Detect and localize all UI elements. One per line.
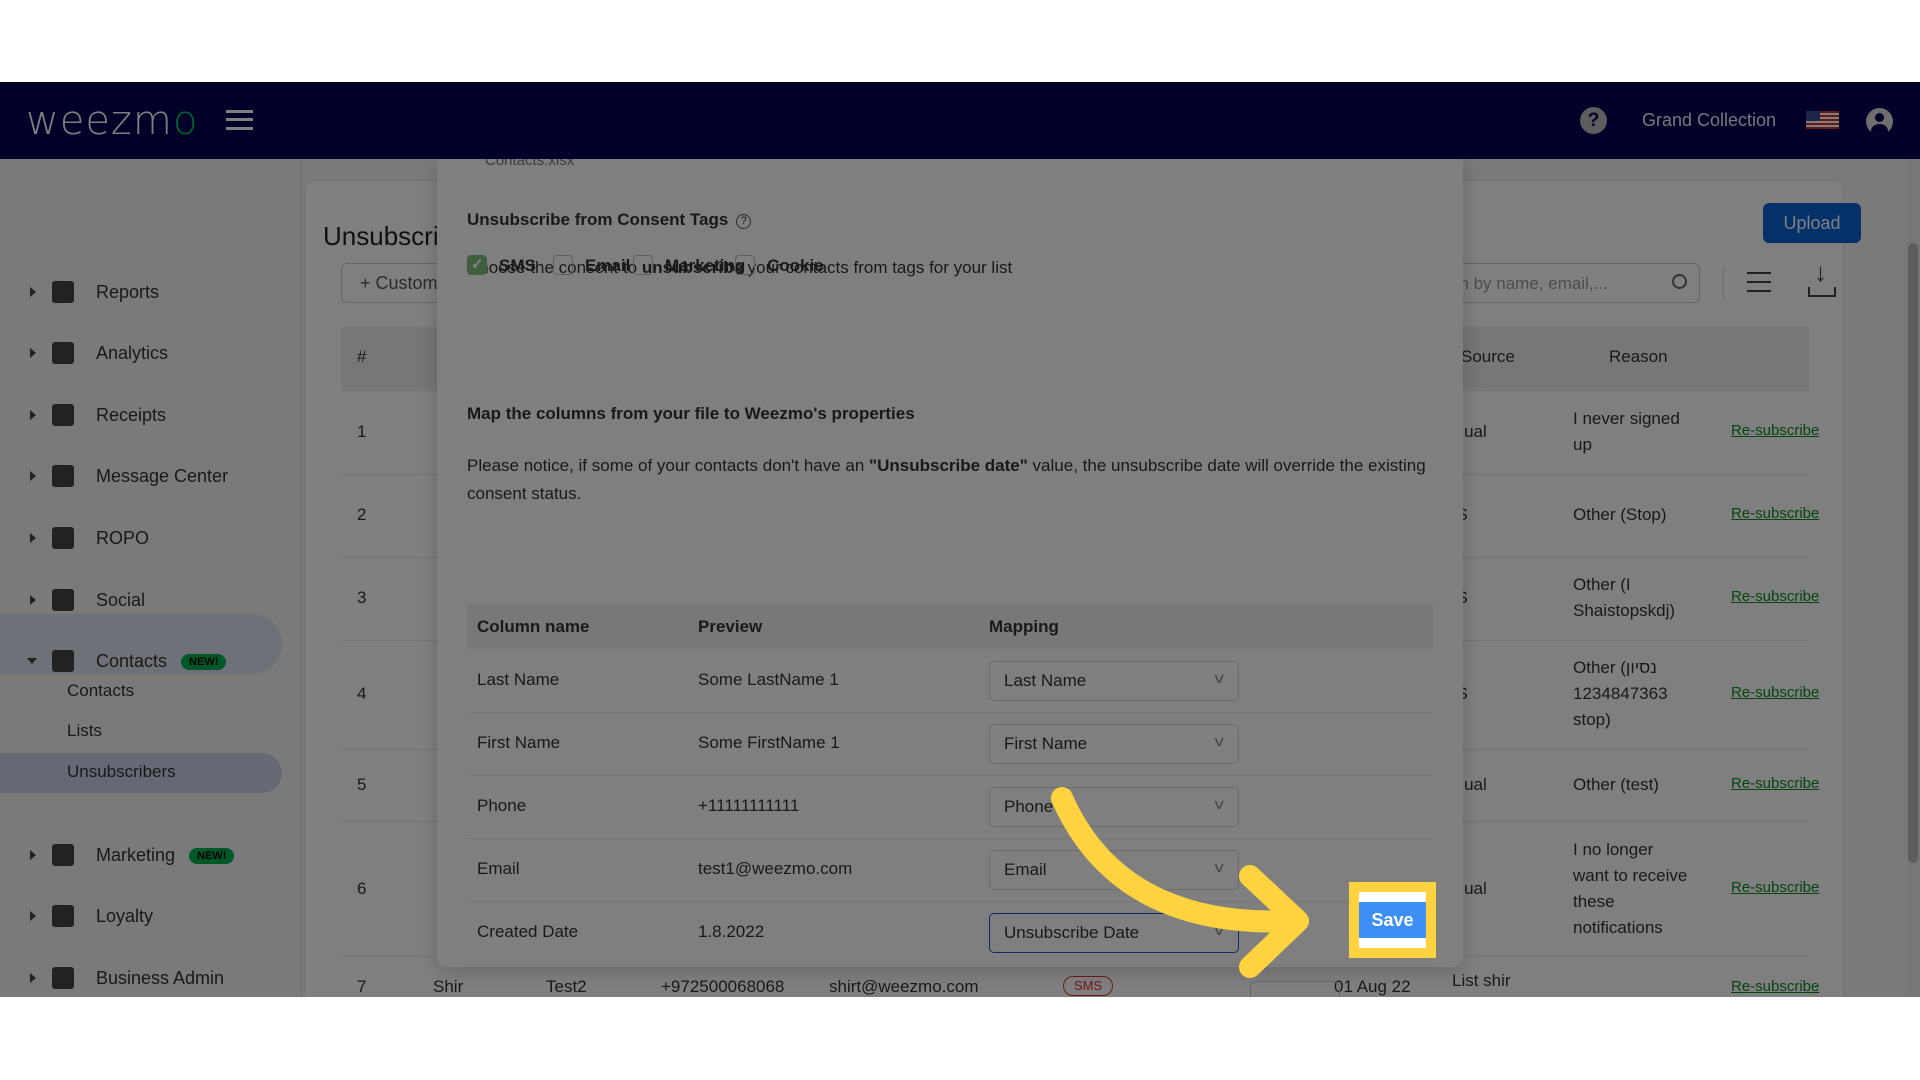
arrow-shaft <box>1051 787 1307 933</box>
tutorial-arrow-icon <box>1051 787 1309 978</box>
